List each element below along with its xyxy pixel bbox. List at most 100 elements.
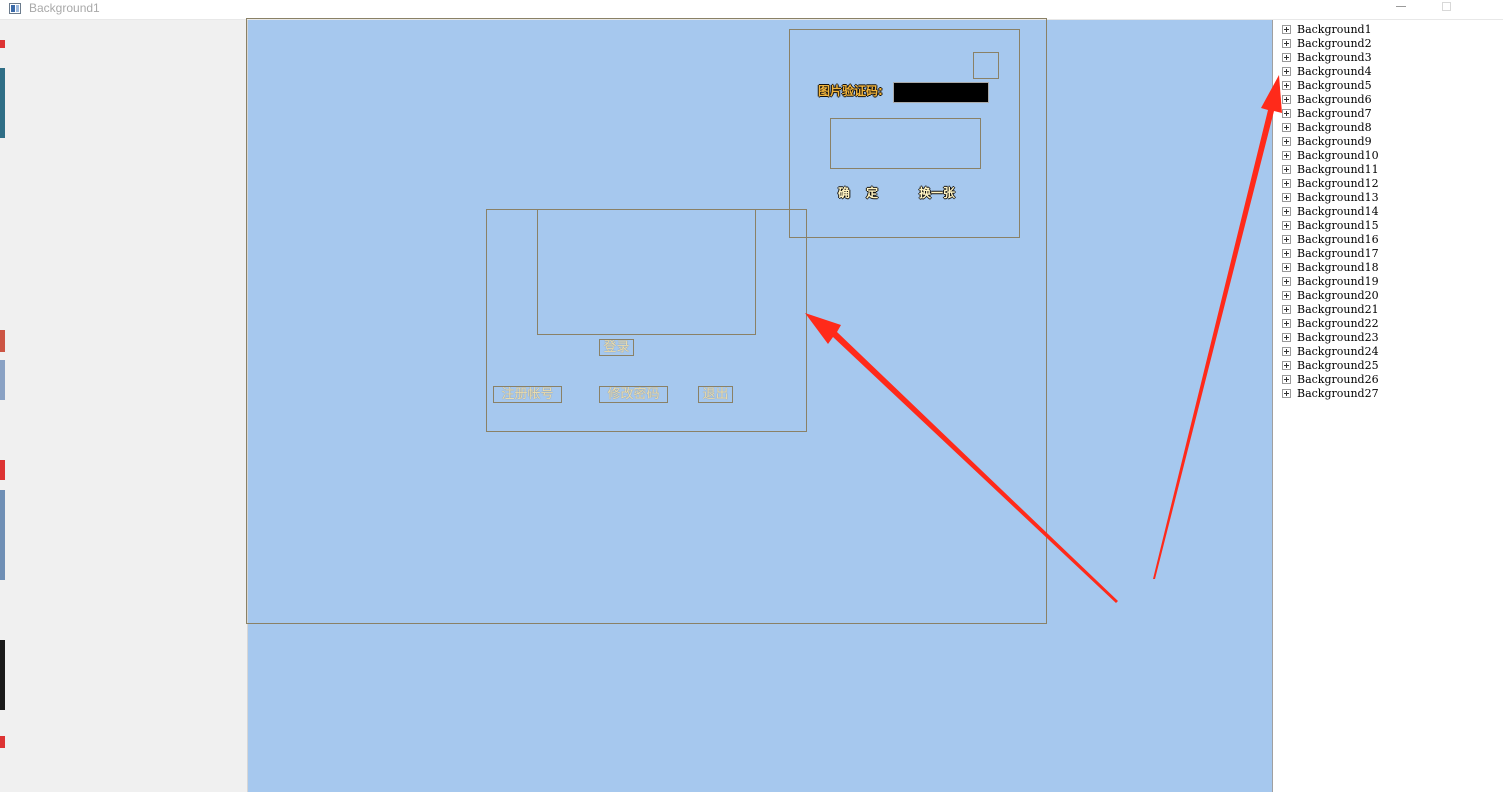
tree-item[interactable]: Background19 [1282, 275, 1379, 289]
tree-item[interactable]: Background15 [1282, 219, 1379, 233]
expand-plus-icon[interactable] [1282, 263, 1291, 272]
captcha-refresh-button[interactable]: 换一张 [919, 186, 955, 200]
tree-item-label: Background3 [1297, 51, 1372, 64]
expand-plus-icon[interactable] [1282, 347, 1291, 356]
tree-item-label: Background1 [1297, 23, 1372, 36]
expand-plus-icon[interactable] [1282, 249, 1291, 258]
tree-item-label: Background5 [1297, 79, 1372, 92]
expand-plus-icon[interactable] [1282, 235, 1291, 244]
tree-item[interactable]: Background25 [1282, 359, 1379, 373]
change-password-button[interactable]: 修改密码 [599, 386, 668, 403]
tree-item[interactable]: Background23 [1282, 331, 1379, 345]
tree-item-label: Background16 [1297, 233, 1379, 246]
tree-item[interactable]: Background26 [1282, 373, 1379, 387]
expand-plus-icon[interactable] [1282, 193, 1291, 202]
tree-item[interactable]: Background13 [1282, 191, 1379, 205]
tree-item-label: Background14 [1297, 205, 1379, 218]
tree-item-label: Background12 [1297, 177, 1379, 190]
tree-item[interactable]: Background22 [1282, 317, 1379, 331]
expand-plus-icon[interactable] [1282, 67, 1291, 76]
captcha-close-box[interactable] [973, 52, 999, 79]
tree-item-label: Background2 [1297, 37, 1372, 50]
tree-item[interactable]: Background21 [1282, 303, 1379, 317]
tree-item-label: Background10 [1297, 149, 1379, 162]
expand-plus-icon[interactable] [1282, 123, 1291, 132]
expand-plus-icon[interactable] [1282, 221, 1291, 230]
tree-item-label: Background23 [1297, 331, 1379, 344]
tree-item[interactable]: Background8 [1282, 121, 1372, 135]
window-title: Background1 [29, 1, 100, 15]
maximize-icon [1442, 2, 1451, 11]
tree-item-label: Background18 [1297, 261, 1379, 274]
tree-item[interactable]: Background7 [1282, 107, 1372, 121]
expand-plus-icon[interactable] [1282, 95, 1291, 104]
tree-item-label: Background17 [1297, 247, 1379, 260]
expand-plus-icon[interactable] [1282, 165, 1291, 174]
tree-item[interactable]: Background3 [1282, 51, 1372, 65]
tree-item[interactable]: Background9 [1282, 135, 1372, 149]
tree-item-label: Background24 [1297, 345, 1379, 358]
tree-item[interactable]: Background10 [1282, 149, 1379, 163]
tree-item[interactable]: Background5 [1282, 79, 1372, 93]
tree-item-label: Background27 [1297, 387, 1379, 400]
expand-plus-icon[interactable] [1282, 361, 1291, 370]
expand-plus-icon[interactable] [1282, 319, 1291, 328]
expand-plus-icon[interactable] [1282, 375, 1291, 384]
tree-item-label: Background6 [1297, 93, 1372, 106]
tree-item[interactable]: Background14 [1282, 205, 1379, 219]
expand-plus-icon[interactable] [1282, 137, 1291, 146]
tree-item[interactable]: Background2 [1282, 37, 1372, 51]
tree-item[interactable]: Background18 [1282, 261, 1379, 275]
expand-plus-icon[interactable] [1282, 39, 1291, 48]
expand-plus-icon[interactable] [1282, 389, 1291, 398]
login-button[interactable]: 登录 [599, 339, 634, 356]
expand-plus-icon[interactable] [1282, 25, 1291, 34]
tree-item-label: Background11 [1297, 163, 1379, 176]
title-bar: Background1 [0, 0, 1503, 20]
tree-item-label: Background22 [1297, 317, 1379, 330]
expand-plus-icon[interactable] [1282, 277, 1291, 286]
tree-item-label: Background8 [1297, 121, 1372, 134]
captcha-confirm-button[interactable]: 确 定 [838, 186, 884, 200]
tree-item-label: Background13 [1297, 191, 1379, 204]
tree-item-label: Background7 [1297, 107, 1372, 120]
tree-item-label: Background21 [1297, 303, 1379, 316]
minimize-button[interactable] [1382, 0, 1422, 18]
tree-item-label: Background19 [1297, 275, 1379, 288]
tree-item-label: Background9 [1297, 135, 1372, 148]
expand-plus-icon[interactable] [1282, 305, 1291, 314]
tree-item[interactable]: Background12 [1282, 177, 1379, 191]
left-panel [5, 20, 248, 792]
expand-plus-icon[interactable] [1282, 151, 1291, 160]
minimize-icon [1396, 6, 1406, 7]
tree-item-label: Background25 [1297, 359, 1379, 372]
tree-item[interactable]: Background6 [1282, 93, 1372, 107]
captcha-image-box [830, 118, 981, 169]
expand-plus-icon[interactable] [1282, 333, 1291, 342]
tree-item[interactable]: Background11 [1282, 163, 1379, 177]
expand-plus-icon[interactable] [1282, 207, 1291, 216]
tree-item[interactable]: Background27 [1282, 387, 1379, 401]
login-panel-inner-box[interactable] [537, 209, 756, 335]
tree-item[interactable]: Background16 [1282, 233, 1379, 247]
register-account-button[interactable]: 注册帐号 [493, 386, 562, 403]
design-canvas[interactable]: 登录 注册帐号 修改密码 退出 图片验证码: 确 定 换一张 [246, 18, 1272, 792]
captcha-input[interactable] [893, 82, 989, 103]
expand-plus-icon[interactable] [1282, 179, 1291, 188]
background-tree-panel[interactable]: Background1 Background2 Background3 Backgro… [1272, 20, 1503, 792]
tree-item[interactable]: Background4 [1282, 65, 1372, 79]
app-window-icon [9, 3, 21, 14]
expand-plus-icon[interactable] [1282, 109, 1291, 118]
tree-item[interactable]: Background20 [1282, 289, 1379, 303]
maximize-button[interactable] [1427, 0, 1467, 18]
tree-item[interactable]: Background17 [1282, 247, 1379, 261]
tree-item[interactable]: Background24 [1282, 345, 1379, 359]
tree-item[interactable]: Background1 [1282, 23, 1372, 37]
captcha-label: 图片验证码: [818, 84, 883, 98]
expand-plus-icon[interactable] [1282, 53, 1291, 62]
exit-button[interactable]: 退出 [698, 386, 733, 403]
tree-item-label: Background26 [1297, 373, 1379, 386]
expand-plus-icon[interactable] [1282, 291, 1291, 300]
expand-plus-icon[interactable] [1282, 81, 1291, 90]
tree-item-label: Background20 [1297, 289, 1379, 302]
